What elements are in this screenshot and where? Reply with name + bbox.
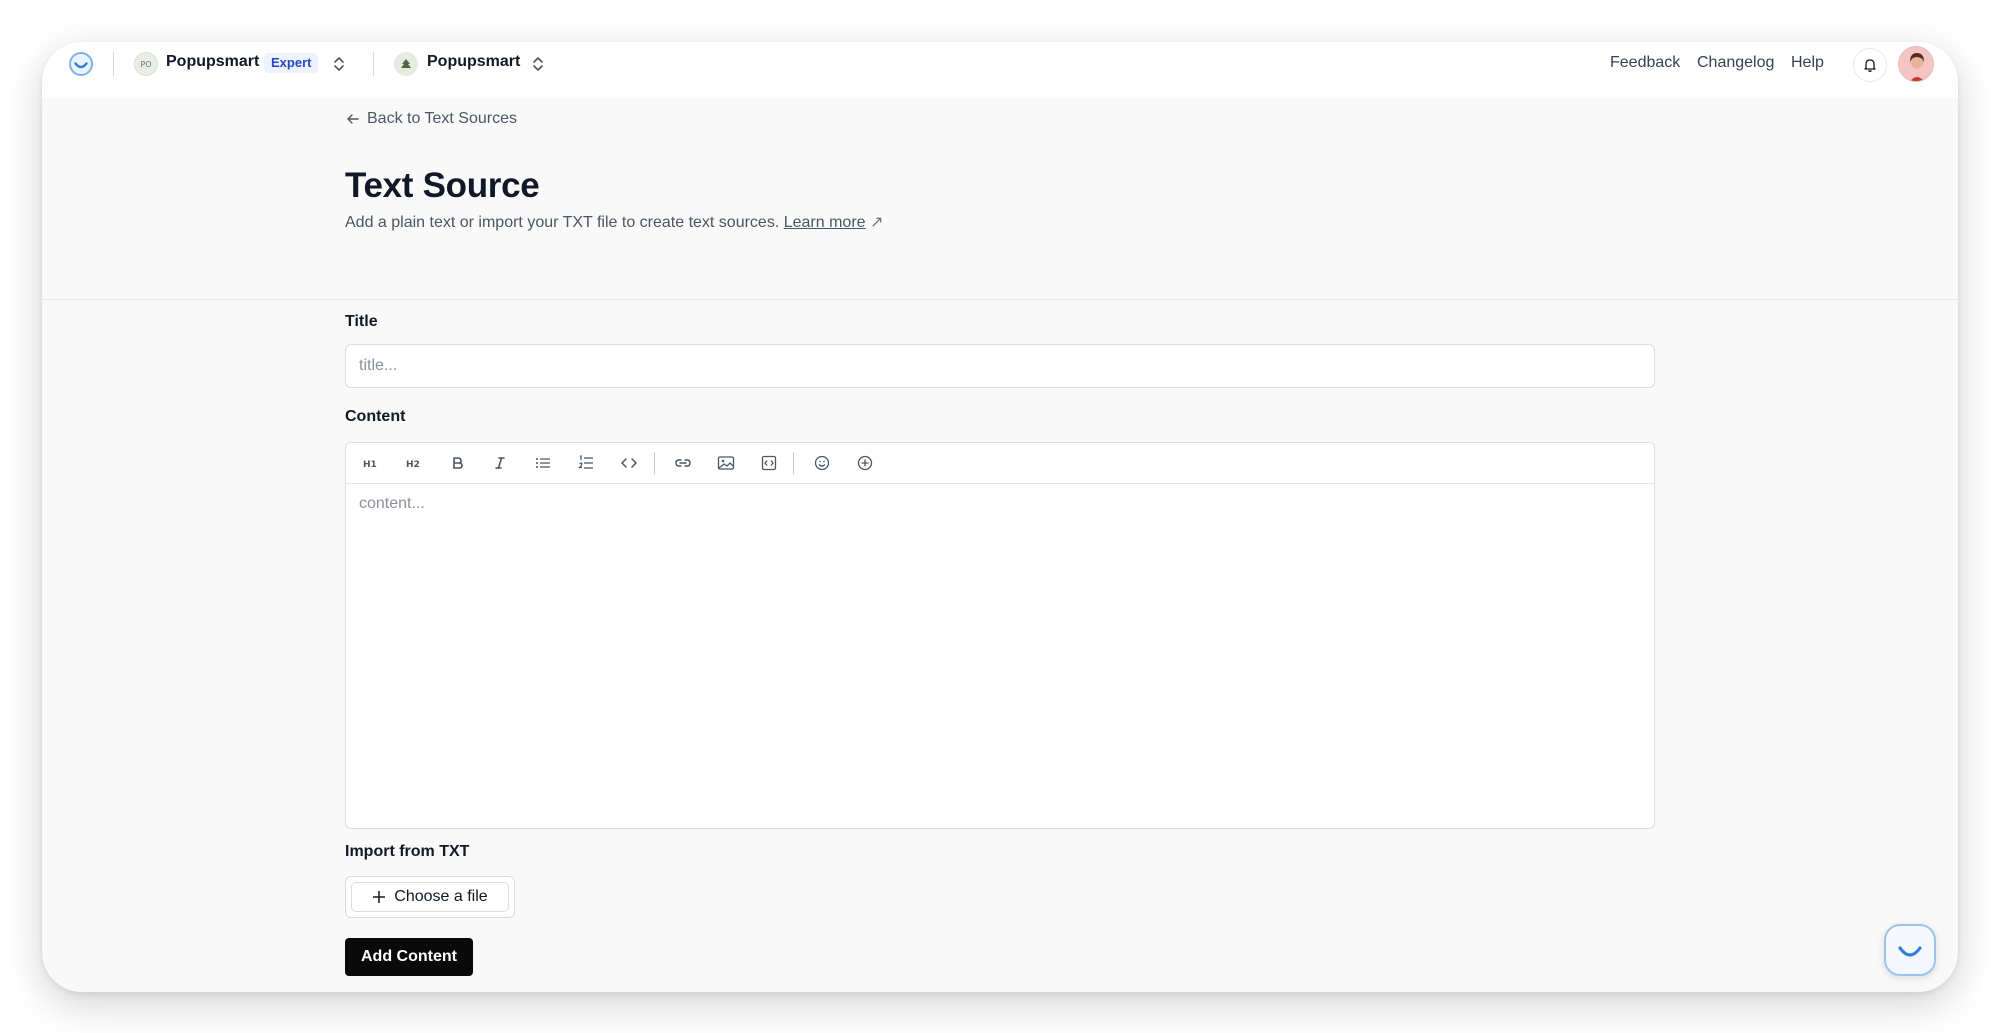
bullet-list-icon[interactable] bbox=[531, 451, 555, 475]
heading-1-icon[interactable]: H1 bbox=[359, 451, 383, 475]
choose-file-button[interactable]: Choose a file bbox=[351, 882, 509, 912]
svg-text:H2: H2 bbox=[406, 460, 420, 469]
external-link-icon: ↗ bbox=[870, 214, 884, 231]
add-content-button[interactable]: Add Content bbox=[345, 938, 473, 976]
image-icon[interactable] bbox=[714, 451, 738, 475]
editor-placeholder[interactable]: content... bbox=[359, 495, 425, 513]
changelog-link[interactable]: Changelog bbox=[1697, 54, 1774, 72]
help-link[interactable]: Help bbox=[1791, 54, 1824, 72]
italic-icon[interactable] bbox=[488, 451, 512, 475]
feedback-link[interactable]: Feedback bbox=[1610, 54, 1680, 72]
top-nav: PO Popupsmart Expert Popupsmart Feedback… bbox=[42, 42, 1958, 98]
site-name[interactable]: Popupsmart bbox=[427, 53, 520, 71]
learn-more-link[interactable]: Learn more bbox=[784, 214, 866, 231]
back-link-label: Back to Text Sources bbox=[367, 110, 517, 127]
emoji-icon[interactable] bbox=[810, 451, 834, 475]
page-title: Text Source bbox=[345, 166, 540, 205]
file-input: Choose a file bbox=[345, 876, 515, 918]
bell-icon bbox=[1864, 59, 1876, 72]
link-icon[interactable] bbox=[671, 451, 695, 475]
back-link[interactable]: Back to Text Sources bbox=[345, 110, 517, 128]
svg-text:H1: H1 bbox=[363, 460, 377, 469]
toolbar-divider bbox=[793, 452, 794, 474]
divider bbox=[113, 52, 114, 76]
page-subtitle: Add a plain text or import your TXT file… bbox=[345, 212, 883, 232]
title-input[interactable] bbox=[345, 344, 1655, 388]
title-label: Title bbox=[345, 313, 378, 330]
embed-icon[interactable] bbox=[757, 451, 781, 475]
workspace-name[interactable]: Popupsmart bbox=[166, 53, 259, 71]
plan-badge: Expert bbox=[264, 53, 319, 73]
ordered-list-icon[interactable] bbox=[574, 451, 598, 475]
site-switch-icon[interactable] bbox=[530, 54, 546, 74]
toolbar-divider bbox=[654, 452, 655, 474]
divider bbox=[373, 52, 374, 76]
plus-icon bbox=[373, 891, 386, 903]
subtitle-text: Add a plain text or import your TXT file… bbox=[345, 214, 780, 231]
editor-toolbar: H1 H2 bbox=[346, 443, 1654, 484]
page-header bbox=[42, 98, 1958, 300]
code-icon[interactable] bbox=[617, 451, 641, 475]
choose-file-label: Choose a file bbox=[394, 888, 488, 905]
smile-logo-icon bbox=[1898, 946, 1922, 957]
notifications-button[interactable] bbox=[1853, 48, 1887, 82]
workspace-avatar[interactable]: PO bbox=[134, 52, 158, 76]
user-avatar[interactable] bbox=[1898, 46, 1934, 82]
heading-2-icon[interactable]: H2 bbox=[402, 451, 426, 475]
arrow-left-icon bbox=[347, 114, 359, 124]
bold-icon[interactable] bbox=[445, 451, 469, 475]
workspace-switch-icon[interactable] bbox=[331, 54, 347, 74]
site-avatar-icon[interactable] bbox=[394, 52, 418, 76]
import-label: Import from TXT bbox=[345, 843, 470, 860]
app-logo-icon[interactable] bbox=[68, 51, 94, 77]
content-editor[interactable]: H1 H2 content... bbox=[345, 442, 1655, 829]
chat-widget-button[interactable] bbox=[1884, 924, 1936, 976]
content-label: Content bbox=[345, 408, 406, 425]
app-window: PO Popupsmart Expert Popupsmart Feedback… bbox=[42, 42, 1958, 992]
plus-circle-icon[interactable] bbox=[853, 451, 877, 475]
